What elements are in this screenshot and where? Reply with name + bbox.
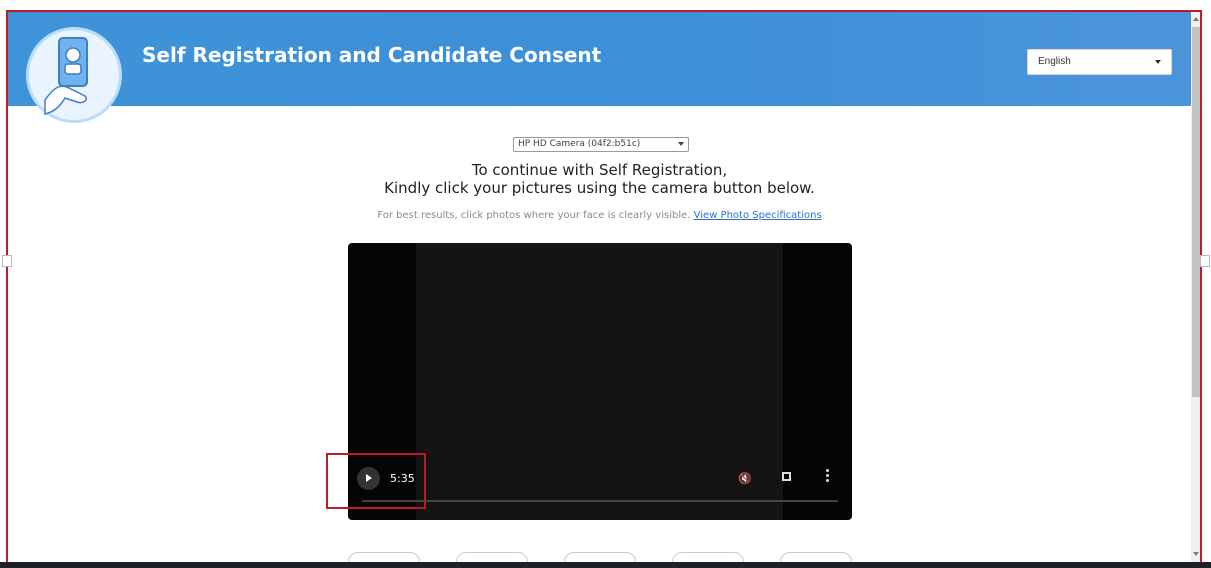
language-select-value: English xyxy=(1038,56,1071,67)
vertical-scrollbar[interactable] xyxy=(1191,12,1200,564)
page-header: Self Registration and Candidate Consent … xyxy=(8,12,1191,106)
chevron-down-icon xyxy=(1155,60,1161,64)
scroll-up-icon[interactable] xyxy=(1193,17,1199,21)
chevron-down-icon xyxy=(678,142,684,146)
instruction-line-1: To continue with Self Registration, xyxy=(471,161,728,179)
photo-hint-text: For best results, click photos where you… xyxy=(377,210,691,221)
view-photo-specifications-link[interactable]: View Photo Specifications xyxy=(694,210,822,221)
fullscreen-icon[interactable] xyxy=(782,472,791,481)
scroll-thumb[interactable] xyxy=(1192,27,1200,397)
taskbar xyxy=(0,562,1211,568)
instruction-line-2: Kindly click your pictures using the cam… xyxy=(384,179,815,197)
video-progress-bar[interactable] xyxy=(362,500,838,502)
video-feed xyxy=(416,243,783,520)
more-vertical-icon[interactable] xyxy=(826,469,829,483)
volume-muted-icon[interactable]: 🔇 xyxy=(738,472,752,485)
person-phone-icon xyxy=(26,27,122,123)
camera-select[interactable]: HP HD Camera (04f2:b51c) xyxy=(513,137,689,152)
photo-hint: For best results, click photos where you… xyxy=(8,210,1191,221)
language-select[interactable]: English xyxy=(1027,49,1172,75)
camera-select-value: HP HD Camera (04f2:b51c) xyxy=(518,139,641,149)
logo-illustration xyxy=(44,37,88,115)
page-title: Self Registration and Candidate Consent xyxy=(142,43,602,67)
page-frame: Self Registration and Candidate Consent … xyxy=(6,10,1202,566)
scroll-down-icon[interactable] xyxy=(1193,552,1199,556)
play-highlight-box xyxy=(326,453,426,509)
left-resize-handle[interactable] xyxy=(2,255,12,267)
right-resize-handle[interactable] xyxy=(1200,255,1210,267)
